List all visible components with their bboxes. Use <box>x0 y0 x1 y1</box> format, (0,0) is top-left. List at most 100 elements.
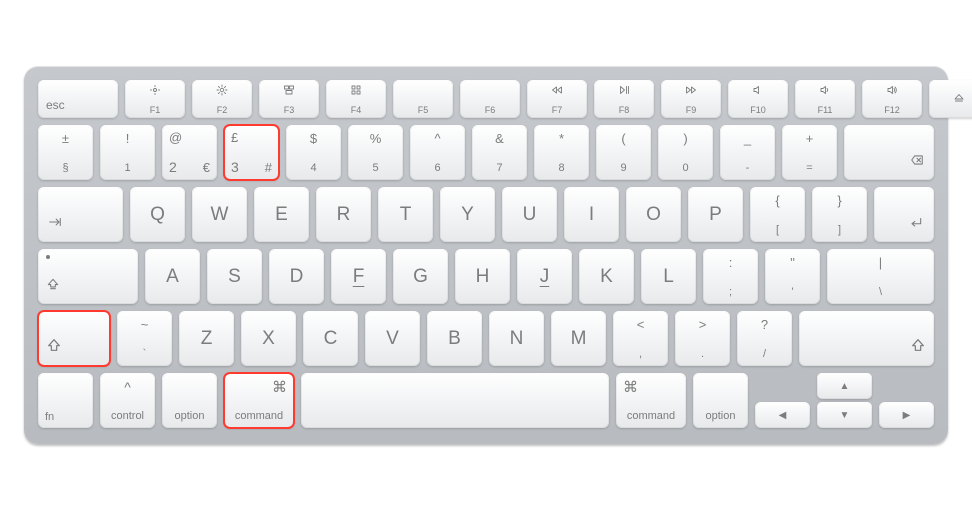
key-m[interactable]: M <box>551 311 606 366</box>
arrow-up-icon: ▲ <box>840 381 850 392</box>
volup-icon <box>862 84 922 99</box>
f12-key[interactable]: F12 <box>862 80 922 118</box>
minus-key[interactable]: _- <box>720 125 775 180</box>
key-l[interactable]: L <box>641 249 696 304</box>
f7-key[interactable]: F7 <box>527 80 587 118</box>
period-key[interactable]: >. <box>675 311 730 366</box>
key-z[interactable]: Z <box>179 311 234 366</box>
slash-key[interactable]: ?/ <box>737 311 792 366</box>
number-row: ±§ !1 @2€ £3# $4 %5 ^6 &7 *8 (9 )0 _- += <box>38 125 934 180</box>
f10-key[interactable]: F10 <box>728 80 788 118</box>
key-y[interactable]: Y <box>440 187 495 242</box>
key-r[interactable]: R <box>316 187 371 242</box>
key-w[interactable]: W <box>192 187 247 242</box>
key-3[interactable]: £3# <box>224 125 279 180</box>
key-4[interactable]: $4 <box>286 125 341 180</box>
tab-icon <box>46 215 64 234</box>
key-h[interactable]: H <box>455 249 510 304</box>
zxcv-row: ~` Z X C V B N M <, >. ?/ <box>38 311 934 366</box>
arrow-left-key[interactable]: ◀ <box>755 402 810 428</box>
semicolon-key[interactable]: :; <box>703 249 758 304</box>
delete-key[interactable] <box>844 125 934 180</box>
key-9[interactable]: (9 <box>596 125 651 180</box>
key-q[interactable]: Q <box>130 187 185 242</box>
key-2[interactable]: @2€ <box>162 125 217 180</box>
esc-key[interactable]: esc <box>38 80 118 118</box>
key-7[interactable]: &7 <box>472 125 527 180</box>
arrow-down-key[interactable]: ▼ <box>817 402 872 428</box>
arrow-down-icon: ▼ <box>840 410 850 421</box>
key-0[interactable]: )0 <box>658 125 713 180</box>
key-n[interactable]: N <box>489 311 544 366</box>
key-b[interactable]: B <box>427 311 482 366</box>
key-v[interactable]: V <box>365 311 420 366</box>
return-icon <box>906 215 926 234</box>
playpause-icon <box>594 84 654 99</box>
key-f[interactable]: F <box>331 249 386 304</box>
eject-icon <box>953 92 965 107</box>
space-key[interactable] <box>301 373 609 428</box>
key-5[interactable]: %5 <box>348 125 403 180</box>
quote-key[interactable]: "' <box>765 249 820 304</box>
key-x[interactable]: X <box>241 311 296 366</box>
return-key[interactable] <box>874 187 934 242</box>
left-shift-key[interactable] <box>38 311 110 366</box>
key-o[interactable]: O <box>626 187 681 242</box>
qwerty-row: Q W E R T Y U I O P {[ }] <box>38 187 934 242</box>
f4-key[interactable]: F4 <box>326 80 386 118</box>
key-8[interactable]: *8 <box>534 125 589 180</box>
rewind-icon <box>527 84 587 99</box>
f11-key[interactable]: F11 <box>795 80 855 118</box>
f2-key[interactable]: F2 <box>192 80 252 118</box>
caps-lock-key[interactable] <box>38 249 138 304</box>
comma-key[interactable]: <, <box>613 311 668 366</box>
eject-key[interactable] <box>929 80 972 118</box>
equal-key[interactable]: += <box>782 125 837 180</box>
tab-key[interactable] <box>38 187 123 242</box>
f5-key[interactable]: F5 <box>393 80 453 118</box>
key-t[interactable]: T <box>378 187 433 242</box>
backslash-key[interactable]: |\ <box>827 249 934 304</box>
lbracket-key[interactable]: {[ <box>750 187 805 242</box>
key-k[interactable]: K <box>579 249 634 304</box>
f6-key[interactable]: F6 <box>460 80 520 118</box>
f8-key[interactable]: F8 <box>594 80 654 118</box>
control-key[interactable]: ^control <box>100 373 155 428</box>
f1-key[interactable]: F1 <box>125 80 185 118</box>
left-command-key[interactable]: ⌘command <box>224 373 294 428</box>
launchpad-icon <box>326 84 386 99</box>
delete-icon <box>908 153 926 172</box>
function-row: esc F1 F2 F3 F4 F5 F6 F7 F8 F9 F10 F11 F… <box>38 80 934 118</box>
shift-icon <box>910 337 926 358</box>
key-g[interactable]: G <box>393 249 448 304</box>
key-i[interactable]: I <box>564 187 619 242</box>
f3-key[interactable]: F3 <box>259 80 319 118</box>
key-1[interactable]: !1 <box>100 125 155 180</box>
fn-key[interactable]: fn <box>38 373 93 428</box>
mission-control-icon <box>259 84 319 99</box>
key-p[interactable]: P <box>688 187 743 242</box>
key-j[interactable]: J <box>517 249 572 304</box>
right-command-key[interactable]: ⌘command <box>616 373 686 428</box>
key-d[interactable]: D <box>269 249 324 304</box>
arrow-right-key[interactable]: ▶ <box>879 402 934 428</box>
right-shift-key[interactable] <box>799 311 934 366</box>
key-e[interactable]: E <box>254 187 309 242</box>
keyboard: esc F1 F2 F3 F4 F5 F6 F7 F8 F9 F10 F11 F… <box>24 66 948 444</box>
rbracket-key[interactable]: }] <box>812 187 867 242</box>
voldown-icon <box>795 84 855 99</box>
key-u[interactable]: U <box>502 187 557 242</box>
asdf-row: A S D F G H J K L :; "' |\ <box>38 249 934 304</box>
shift-icon <box>46 337 62 358</box>
mute-icon <box>728 84 788 99</box>
section-key[interactable]: ±§ <box>38 125 93 180</box>
f9-key[interactable]: F9 <box>661 80 721 118</box>
right-option-key[interactable]: option <box>693 373 748 428</box>
backtick-key[interactable]: ~` <box>117 311 172 366</box>
key-s[interactable]: S <box>207 249 262 304</box>
left-option-key[interactable]: option <box>162 373 217 428</box>
arrow-up-key[interactable]: ▲ <box>817 373 872 399</box>
key-6[interactable]: ^6 <box>410 125 465 180</box>
key-a[interactable]: A <box>145 249 200 304</box>
key-c[interactable]: C <box>303 311 358 366</box>
